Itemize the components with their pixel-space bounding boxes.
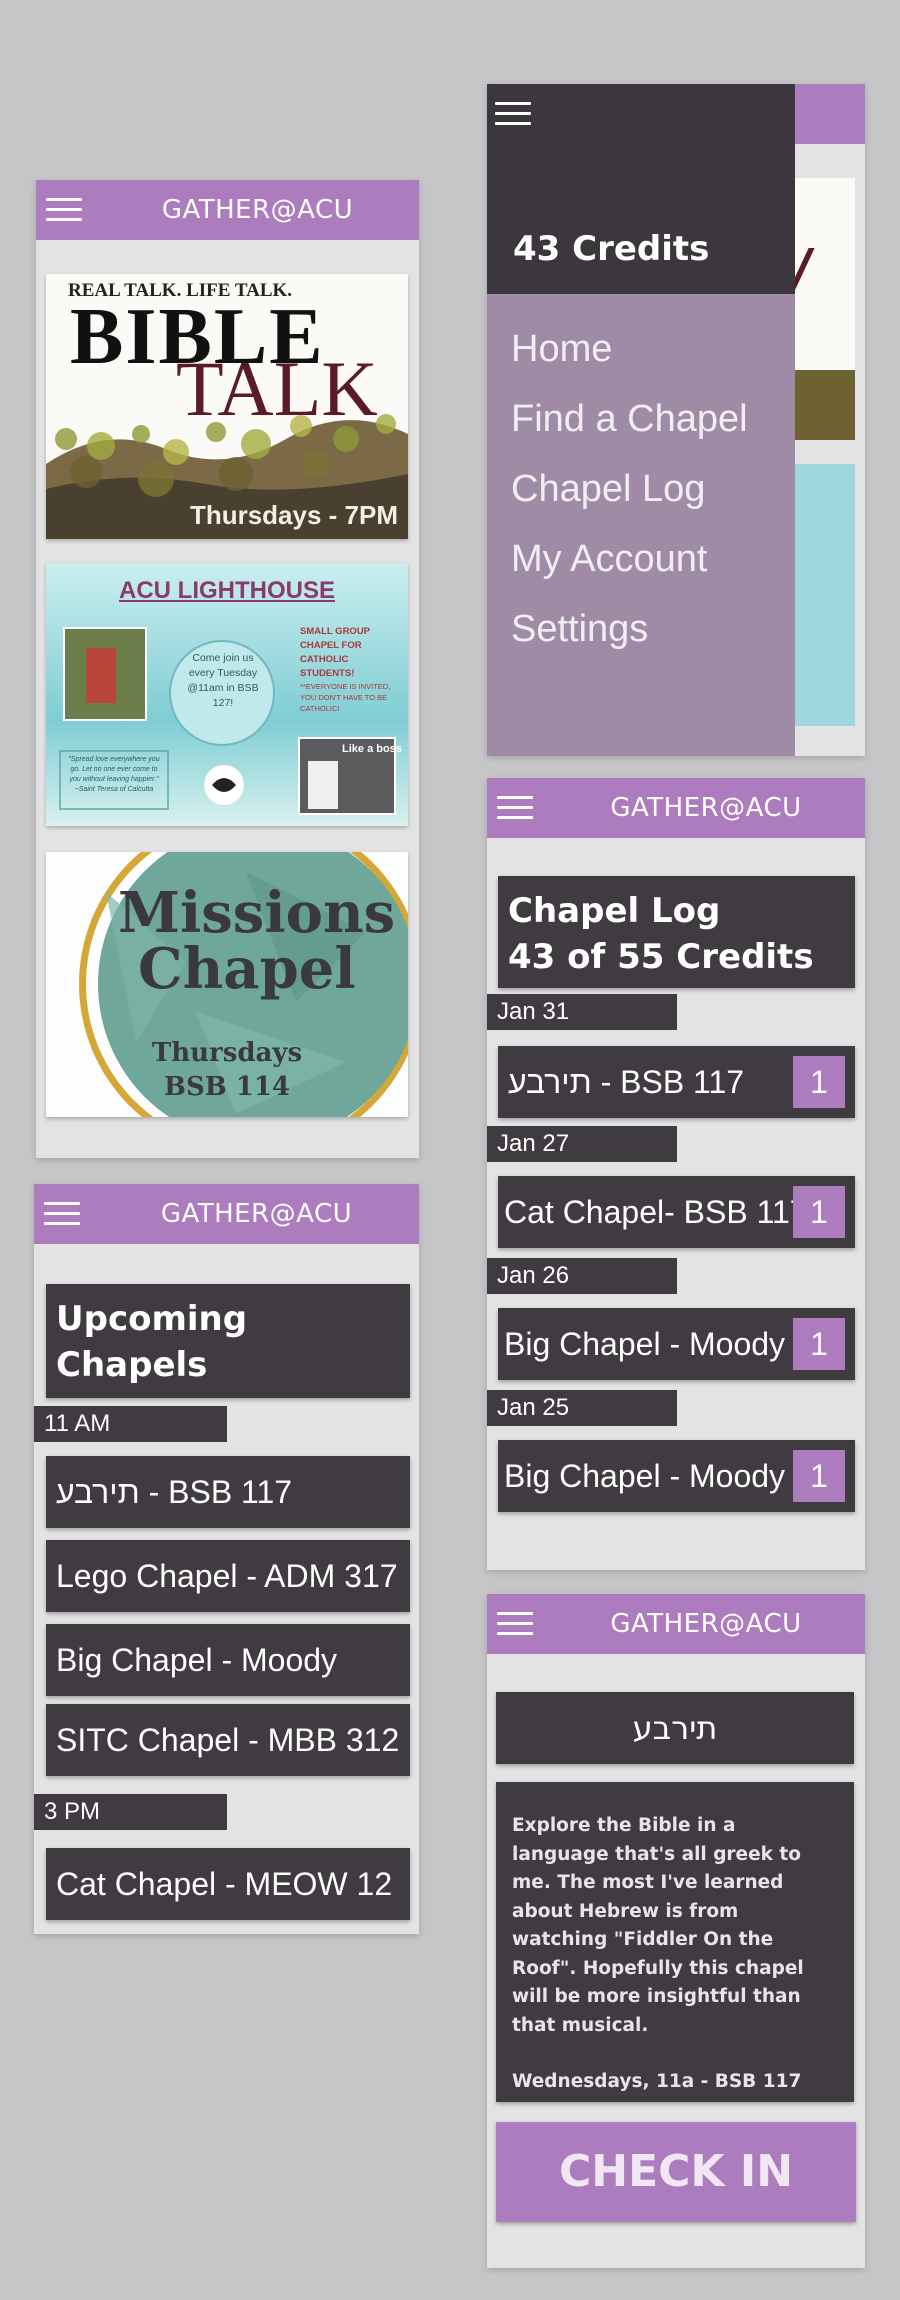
log-entry-name: Big Chapel - Moody <box>504 1326 786 1362</box>
app-title: GATHER@ACU <box>161 195 354 225</box>
credit-count-badge: 1 <box>793 1186 845 1238</box>
app-bar: GATHER@ACU <box>487 1594 865 1654</box>
hamburger-menu-icon[interactable] <box>497 796 537 820</box>
menu-item-home[interactable]: Home <box>487 314 795 384</box>
app-bar: GATHER@ACU <box>36 180 419 240</box>
missions-chapel-banner[interactable]: Missions Chapel Thursdays BSB 114 <box>46 852 408 1117</box>
acu-lighthouse-banner[interactable]: ACU LIGHTHOUSE Come join us every Tuesda… <box>46 563 408 826</box>
bible-talk-footer: Thursdays - 7PM <box>189 500 398 530</box>
drawer-menu: Home Find a Chapel Chapel Log My Account… <box>487 294 795 756</box>
chapel-description: Explore the Bible in a language that's a… <box>512 1815 804 2036</box>
menu-item-settings[interactable]: Settings <box>487 594 795 664</box>
log-date: Jan 25 <box>487 1390 677 1426</box>
log-date: Jan 31 <box>487 994 677 1030</box>
drawer-credits: 43 Credits <box>513 229 710 269</box>
chapel-list-item[interactable]: Big Chapel - Moody <box>46 1624 410 1696</box>
log-entry-name: תירבע - BSB 117 <box>508 1064 745 1100</box>
log-entry-name: Cat Chapel- BSB 117 <box>504 1194 808 1230</box>
upcoming-heading-line-2: Chapels <box>56 1345 208 1385</box>
upcoming-heading: Upcoming Chapels <box>46 1284 410 1398</box>
chapel-list-item[interactable]: Lego Chapel - ADM 317 <box>46 1540 410 1612</box>
underlying-banner <box>793 178 855 440</box>
navigation-drawer: 43 Credits Home Find a Chapel Chapel Log… <box>487 84 795 756</box>
app-title: GATHER@ACU <box>610 793 802 823</box>
lighthouse-title: ACU LIGHTHOUSE <box>119 577 335 604</box>
chapel-list-item[interactable]: SITC Chapel - MBB 312 <box>46 1704 410 1776</box>
upcoming-heading-line-1: Upcoming <box>56 1299 248 1339</box>
log-entry[interactable]: Big Chapel - Moody 1 <box>498 1440 855 1512</box>
menu-item-chapel-log[interactable]: Chapel Log <box>487 454 795 524</box>
app-bar: GATHER@ACU <box>34 1184 419 1244</box>
time-label: 11 AM <box>34 1406 227 1442</box>
lighthouse-circle-text: Come join us every Tuesday @11am in BSB … <box>187 652 259 709</box>
chapel-log-heading-line-2: 43 of 55 Credits <box>508 937 814 977</box>
chapel-detail-title: תירבע <box>496 1692 854 1764</box>
app-title: GATHER@ACU <box>610 1609 802 1639</box>
chapel-log-heading: Chapel Log 43 of 55 Credits <box>498 876 855 988</box>
log-date: Jan 27 <box>487 1126 677 1162</box>
menu-item-my-account[interactable]: My Account <box>487 524 795 594</box>
lighthouse-quote: "Spread love everywhere you go. Let no o… <box>68 756 160 793</box>
lighthouse-note: **EVERYONE IS INVITED, YOU DON'T HAVE TO… <box>300 682 391 713</box>
hamburger-menu-icon[interactable] <box>497 1612 537 1636</box>
underlying-banner <box>793 464 855 726</box>
hamburger-menu-icon[interactable] <box>46 198 86 222</box>
check-in-button[interactable]: CHECK IN <box>496 2122 856 2222</box>
credit-count-badge: 1 <box>793 1056 845 1108</box>
log-entry[interactable]: תירבע - BSB 117 1 <box>498 1046 855 1118</box>
bible-talk-title-2: TALK <box>176 345 378 432</box>
log-entry-name: Big Chapel - Moody <box>504 1458 786 1494</box>
credit-count-badge: 1 <box>793 1318 845 1370</box>
bible-talk-banner[interactable]: REAL TALK. LIFE TALK. BIBLE TALK Thursda… <box>46 274 408 539</box>
missions-sub-2: BSB 114 <box>163 1072 291 1102</box>
chapel-detail-screen: GATHER@ACU תירבע Explore the Bible in a … <box>487 1594 865 2268</box>
credit-count-badge: 1 <box>793 1450 845 1502</box>
upcoming-screen: GATHER@ACU Upcoming Chapels 11 AM תירבע … <box>34 1184 419 1934</box>
chapel-list-item[interactable]: Cat Chapel - MEOW 12 <box>46 1848 410 1920</box>
menu-item-find-a-chapel[interactable]: Find a Chapel <box>487 384 795 454</box>
hamburger-menu-icon[interactable] <box>495 102 535 126</box>
drawer-screen: 43 Credits Home Find a Chapel Chapel Log… <box>487 84 865 756</box>
missions-title-2: Chapel <box>138 936 356 1002</box>
chapel-log-heading-line-1: Chapel Log <box>508 891 721 931</box>
chapel-log-screen: GATHER@ACU Chapel Log 43 of 55 Credits J… <box>487 778 865 1570</box>
app-bar: GATHER@ACU <box>487 778 865 838</box>
chapel-description-card: Explore the Bible in a language that's a… <box>496 1782 854 2102</box>
lighthouse-side-text: SMALL GROUP CHAPEL FOR CATHOLIC STUDENTS… <box>300 626 370 679</box>
chapel-list-item[interactable]: תירבע - BSB 117 <box>46 1456 410 1528</box>
home-screen: GATHER@ACU REAL TALK. LIFE TALK. BIBLE T… <box>36 180 419 1158</box>
log-entry[interactable]: Big Chapel - Moody 1 <box>498 1308 855 1380</box>
missions-sub-1: Thursdays <box>151 1038 303 1068</box>
app-title: GATHER@ACU <box>160 1199 353 1229</box>
lighthouse-photo-caption: Like a boss <box>342 743 402 755</box>
time-label: 3 PM <box>34 1794 227 1830</box>
chapel-schedule: Wednesdays, 11a - BSB 117 <box>512 2071 802 2092</box>
log-date: Jan 26 <box>487 1258 677 1294</box>
hamburger-menu-icon[interactable] <box>44 1202 84 1226</box>
log-entry[interactable]: Cat Chapel- BSB 117 1 <box>498 1176 855 1248</box>
